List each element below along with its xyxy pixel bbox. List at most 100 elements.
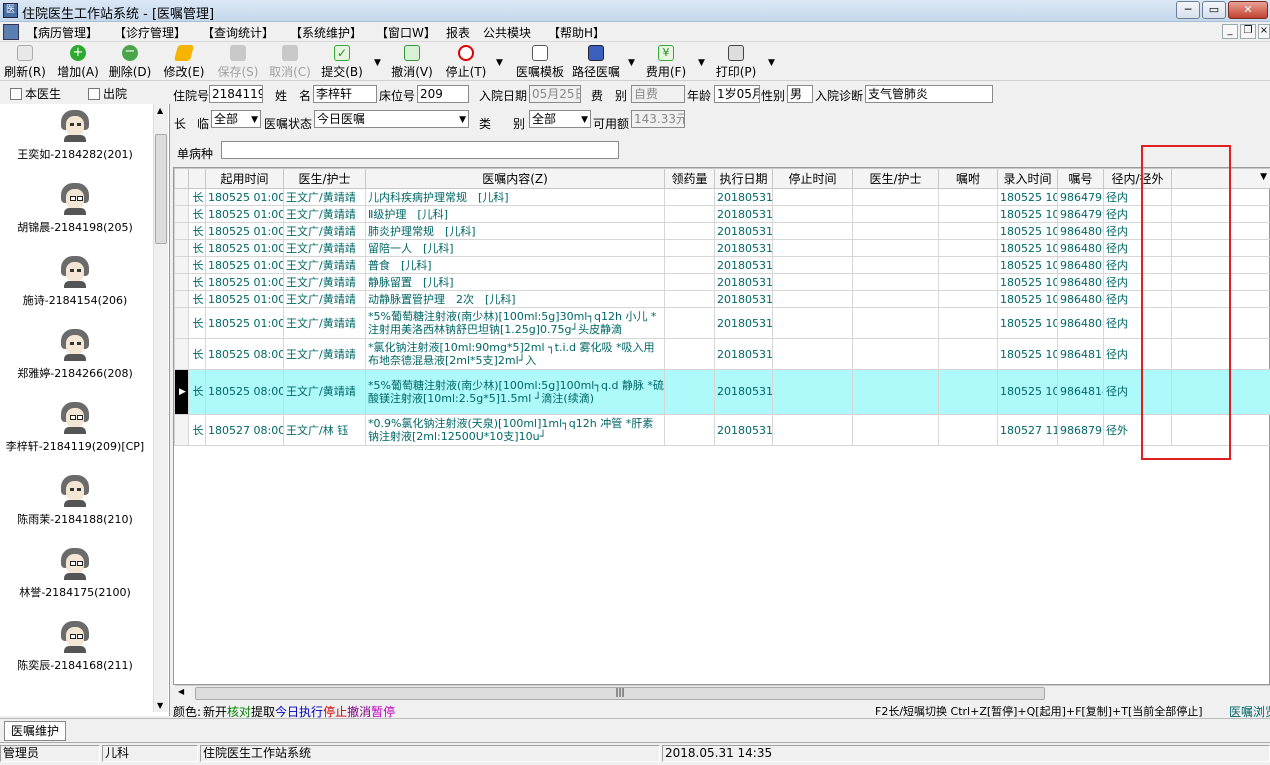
order-row[interactable]: 长 180525 01:00 王文广/黄靖靖 儿内科疾病护理常规 [儿科] 201805…	[174, 188, 1270, 206]
exec-date: 20180531	[714, 188, 773, 206]
stop-time	[772, 222, 853, 240]
delete-button[interactable]: − 删除(D)	[108, 45, 152, 81]
order-row[interactable]: 长 180525 01:00 王文广/黄靖靖 留陪一人 [儿科] 20180531 180…	[174, 239, 1270, 257]
legend-item: 今日执行	[275, 705, 324, 719]
header-dispense[interactable]: 领药量	[664, 168, 715, 189]
fee-button[interactable]: ¥ 费用(F)	[644, 45, 688, 81]
available-field[interactable]: 143.33元	[631, 110, 685, 128]
order-row[interactable]: 长 180525 01:00 王文广/黄靖靖 静脉留置 [儿科] 20180531 180…	[174, 273, 1270, 291]
name-field[interactable]: 李梓轩	[313, 85, 377, 103]
mdi-minimize-button[interactable]: _	[1222, 24, 1238, 39]
sex-field[interactable]: 男	[787, 85, 813, 103]
order-row[interactable]: ▶ 长 180525 08:00 王文广/黄靖靖 *5%葡萄糖注射液(南少林)[100m…	[174, 369, 1270, 415]
close-button[interactable]: ✕	[1228, 1, 1268, 19]
header-exec-date[interactable]: 执行日期	[714, 168, 773, 189]
age-field[interactable]: 1岁05月	[714, 85, 760, 103]
print-dropdown-icon[interactable]: ▼	[768, 58, 775, 68]
admit-date-field[interactable]: 05月25日	[529, 85, 581, 103]
header-order-no[interactable]: 嘱号	[1057, 168, 1104, 189]
add-button[interactable]: + 增加(A)	[56, 45, 100, 81]
bed-field[interactable]: 209	[417, 85, 469, 103]
age-label: 年龄	[687, 89, 712, 103]
patient-item[interactable]: 林誉-2184175(2100)	[0, 548, 150, 600]
patient-list-scrollbar[interactable]: ▲ ▼	[153, 104, 168, 712]
pathway-button[interactable]: 路径医嘱	[570, 45, 622, 81]
fee-dropdown-icon[interactable]: ▼	[698, 58, 705, 68]
entry-time: 180525 10:44:48	[997, 290, 1058, 308]
menu-system[interactable]: 【系统维护】	[290, 24, 362, 41]
pathway-dropdown-icon[interactable]: ▼	[628, 58, 635, 68]
order-row[interactable]: 长 180525 01:00 王文广/黄靖靖 Ⅱ级护理 [儿科] 20180531 180…	[174, 205, 1270, 223]
order-row[interactable]: 长 180525 01:00 王文广/黄靖靖 普食 [儿科] 20180531 18052…	[174, 256, 1270, 274]
revoke-button[interactable]: 撤消(V)	[390, 45, 434, 81]
header-stop-doctor[interactable]: 医生/护士	[852, 168, 939, 189]
start-time: 180525 01:00	[205, 273, 284, 291]
scroll-left-icon[interactable]: ◀	[178, 687, 184, 696]
this-doctor-checkbox[interactable]: 本医生	[10, 85, 61, 102]
menu-report[interactable]: 报表	[446, 24, 470, 41]
header-entry-time[interactable]: 录入时间	[997, 168, 1058, 189]
patient-item[interactable]: 陈雨茉-2184188(210)	[0, 475, 150, 527]
scroll-down-icon[interactable]: ▼	[157, 701, 163, 710]
fee-type-field[interactable]: 自费	[631, 85, 685, 103]
menu-help[interactable]: 【帮助H】	[548, 24, 605, 41]
mdi-restore-button[interactable]: ❐	[1240, 24, 1256, 39]
scrollbar-thumb[interactable]	[155, 134, 167, 244]
stop-time	[772, 239, 853, 257]
order-row[interactable]: 长 180527 08:00 王文广/林 钰 *0.9%氯化钠注射液(天泉)[100m…	[174, 414, 1270, 446]
mdi-close-button[interactable]: ×	[1258, 24, 1270, 39]
patient-item[interactable]: 郑雅婷-2184266(208)	[0, 329, 150, 381]
maximize-button[interactable]: ▭	[1202, 1, 1226, 19]
fee-type-label: 费 别	[591, 89, 628, 103]
patient-item[interactable]: 施诗-2184154(206)	[0, 256, 150, 308]
tab-order-maintenance[interactable]: 医嘱维护	[4, 721, 67, 741]
menu-query[interactable]: 【查询统计】	[202, 24, 274, 41]
category-select[interactable]: 全部	[529, 110, 591, 128]
order-status-select[interactable]: 今日医嘱	[314, 110, 469, 128]
mdi-app-icon	[3, 24, 19, 40]
menu-public[interactable]: 公共模块	[483, 24, 531, 41]
stop-doctor	[852, 205, 939, 223]
order-row[interactable]: 长 180525 01:00 王文广/黄靖靖 *5%葡萄糖注射液(南少林)[100ml…	[174, 307, 1270, 339]
grid-horizontal-scrollbar[interactable]: ◀ |||	[175, 685, 1270, 701]
admission-no-field[interactable]: 2184119	[209, 85, 263, 103]
menu-medical-record[interactable]: 【病历管理】	[26, 24, 98, 41]
header-start-time[interactable]: 起用时间	[205, 168, 284, 189]
header-instruction[interactable]: 嘱咐	[938, 168, 998, 189]
order-no: 9864804	[1057, 290, 1104, 308]
order-row[interactable]: 长 180525 01:00 王文广/黄靖靖 动静脉置管护理 2次 [儿科] 20180…	[174, 290, 1270, 308]
menu-diagnosis[interactable]: 【诊疗管理】	[114, 24, 186, 41]
order-scope-select[interactable]: 全部	[211, 110, 261, 128]
save-button[interactable]: 保存(S)	[216, 45, 260, 81]
discharged-checkbox[interactable]: 出院	[88, 85, 127, 102]
header-stop-time[interactable]: 停止时间	[772, 168, 853, 189]
scroll-up-icon[interactable]: ▲	[157, 106, 163, 115]
header-content[interactable]: 医嘱内容(Z)	[365, 168, 665, 189]
stop-button[interactable]: 停止(T)	[444, 45, 488, 81]
minimize-button[interactable]: ─	[1176, 1, 1200, 19]
order-row[interactable]: 长 180525 01:00 王文广/黄靖靖 肺炎护理常规 [儿科] 20180531 1…	[174, 222, 1270, 240]
patient-item[interactable]: 胡锦晨-2184198(205)	[0, 183, 150, 235]
cancel-button[interactable]: 取消(C)	[268, 45, 312, 81]
stop-dropdown-icon[interactable]: ▼	[496, 58, 503, 68]
row-indicator	[174, 256, 189, 274]
row-indicator	[174, 290, 189, 308]
stop-time	[772, 369, 853, 415]
horizontal-scroll-thumb[interactable]: |||	[195, 687, 1045, 700]
submit-dropdown-icon[interactable]: ▼	[374, 58, 381, 68]
patient-item[interactable]: 王奕如-2184282(201)	[0, 110, 150, 162]
patient-item[interactable]: 李梓轩-2184119(209)[CP]	[0, 402, 150, 454]
submit-button[interactable]: ✓ 提交(B)	[320, 45, 364, 81]
order-row[interactable]: 长 180525 08:00 王文广/黄靖靖 *氯化钠注射液[10ml:90mg*5]…	[174, 338, 1270, 370]
patient-avatar-icon	[61, 548, 89, 580]
patient-item[interactable]: 陈奕辰-2184168(211)	[0, 621, 150, 673]
header-doctor[interactable]: 医生/护士	[283, 168, 366, 189]
disease-field[interactable]	[221, 141, 619, 159]
print-button[interactable]: 打印(P)	[714, 45, 758, 81]
edit-button[interactable]: 修改(E)	[162, 45, 206, 81]
patient-avatar-icon	[61, 402, 89, 434]
refresh-button[interactable]: 刷新(R)	[4, 45, 46, 81]
template-button[interactable]: 医嘱模板	[514, 45, 566, 81]
diagnosis-field[interactable]: 支气管肺炎	[865, 85, 993, 103]
menu-window[interactable]: 【窗口W】	[376, 24, 436, 41]
